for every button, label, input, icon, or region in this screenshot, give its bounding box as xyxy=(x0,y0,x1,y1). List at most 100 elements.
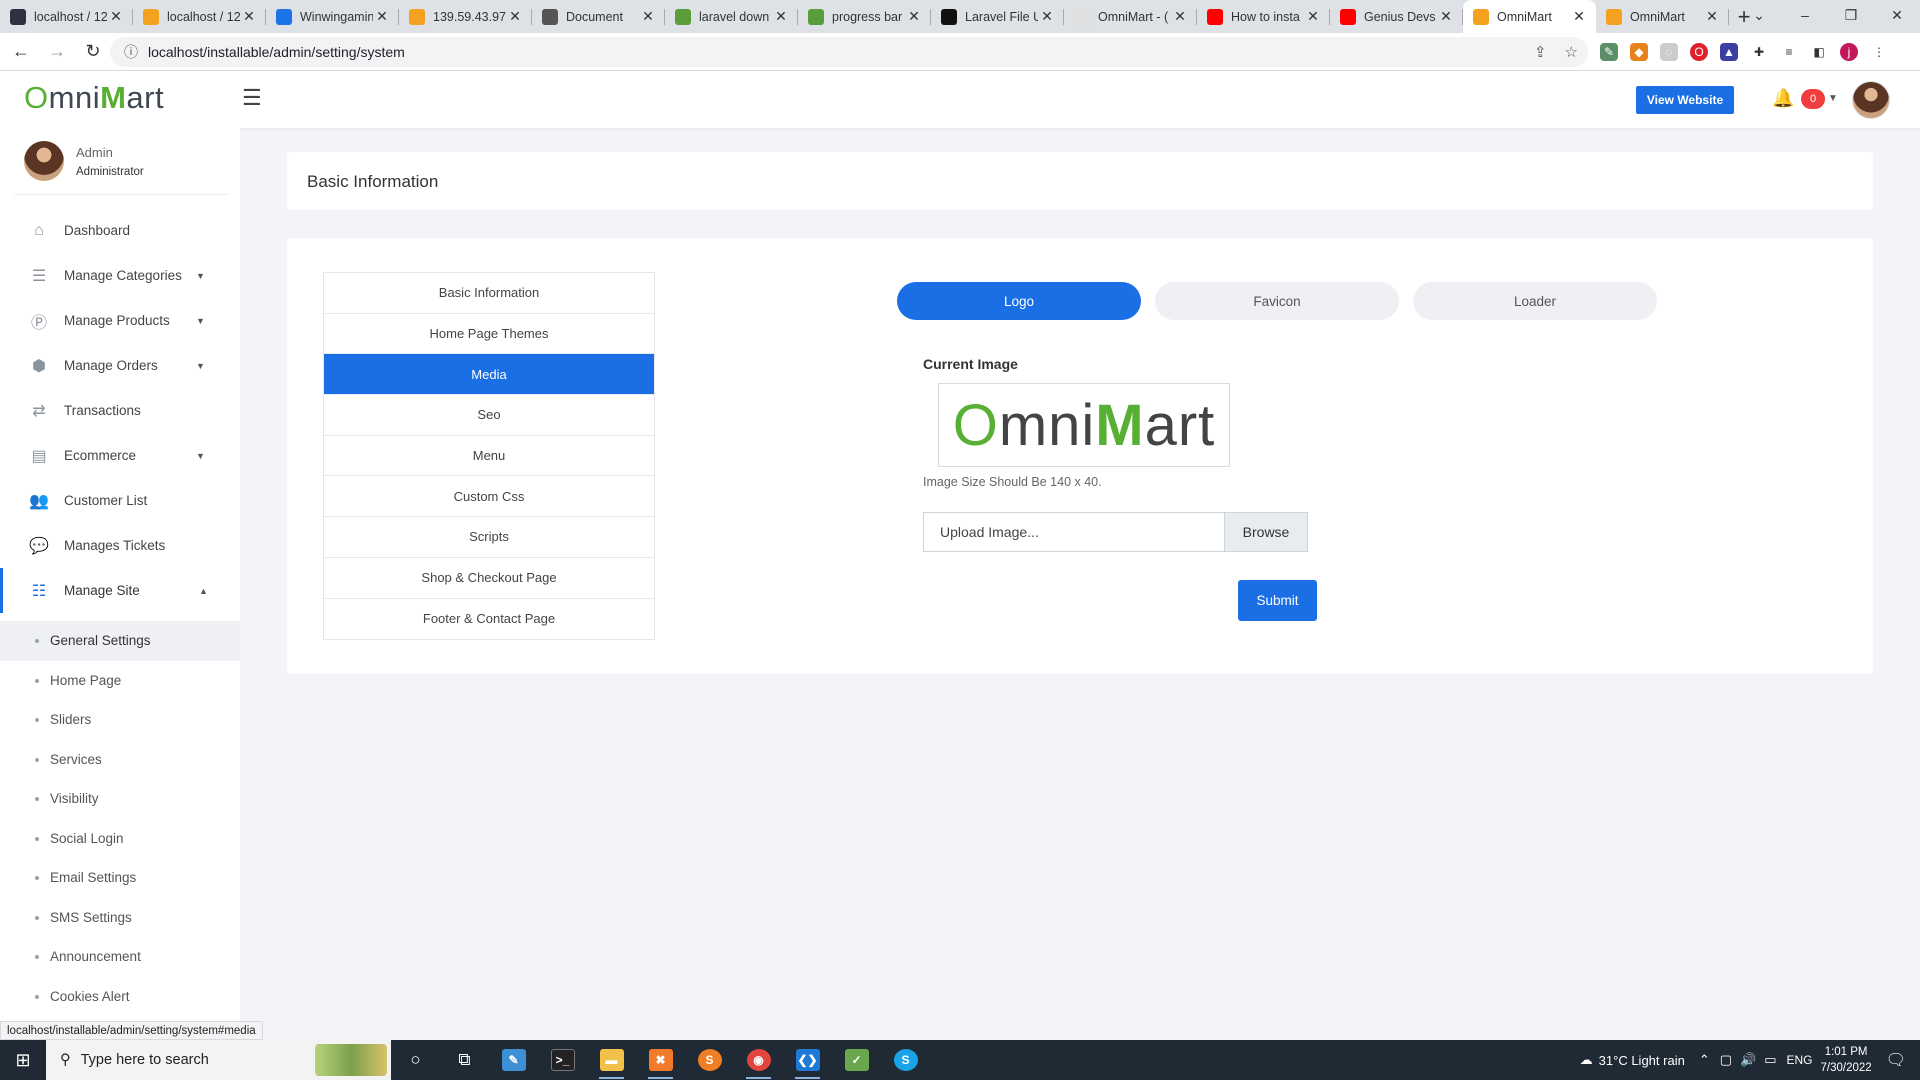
submenu-item[interactable]: General Settings xyxy=(0,621,240,661)
browser-tab[interactable]: OmniMart ✕ xyxy=(1596,0,1729,33)
view-website-button[interactable]: View Website xyxy=(1636,86,1734,114)
close-icon[interactable]: ✕ xyxy=(639,8,657,25)
sidebar-item[interactable]: ⬢ Manage Orders ▼ xyxy=(0,343,240,388)
submenu-item[interactable]: Home Page xyxy=(0,661,240,701)
submit-button[interactable]: Submit xyxy=(1238,580,1317,621)
settings-tab[interactable]: Home Page Themes xyxy=(324,314,654,355)
restore-button[interactable]: ❐ xyxy=(1828,0,1874,30)
sidebar-item[interactable]: 👥 Customer List xyxy=(0,478,240,523)
sidebar-item[interactable]: ⇄ Transactions xyxy=(0,388,240,433)
sidebar-item[interactable]: 💬 Manages Tickets xyxy=(0,523,240,568)
notification-center-icon[interactable]: 🗨 xyxy=(1886,1050,1906,1070)
close-icon[interactable]: ✕ xyxy=(1570,8,1588,25)
sidebar-item[interactable]: ☰ Manage Categories ▼ xyxy=(0,253,240,298)
close-icon[interactable]: ✕ xyxy=(506,8,524,25)
close-icon[interactable]: ✕ xyxy=(1437,8,1455,25)
submenu-item[interactable]: Sliders xyxy=(0,700,240,740)
browser-tab[interactable]: Laravel File U ✕ xyxy=(931,0,1064,33)
submenu-item[interactable]: Social Login xyxy=(0,819,240,859)
close-window-button[interactable]: ✕ xyxy=(1874,0,1920,30)
bell-icon[interactable]: 🔔 xyxy=(1772,88,1794,109)
submenu-item[interactable]: SMS Settings xyxy=(0,898,240,938)
cortana-icon[interactable]: ○ xyxy=(391,1040,440,1080)
browser-tab[interactable]: Winwingamin ✕ xyxy=(266,0,399,33)
browser-tab[interactable]: OmniMart - (✕ xyxy=(1064,0,1197,33)
submenu-item[interactable]: Cookies Alert xyxy=(0,977,240,1017)
close-icon[interactable]: ✕ xyxy=(905,8,923,25)
close-icon[interactable]: ✕ xyxy=(1703,8,1721,25)
chrome-icon[interactable]: ◉ xyxy=(734,1040,783,1080)
browse-button[interactable]: Browse xyxy=(1224,512,1308,552)
sidebar-item[interactable]: ▤ Ecommerce ▼ xyxy=(0,433,240,478)
chevron-down-icon[interactable]: ▼ xyxy=(1828,93,1838,104)
sublime-icon[interactable]: S xyxy=(685,1040,734,1080)
profile-avatar[interactable]: j xyxy=(1840,43,1858,61)
submenu-item[interactable]: Visibility xyxy=(0,779,240,819)
weather-icon[interactable]: ☁ xyxy=(1580,1052,1593,1068)
task-view-icon[interactable]: ⧉ xyxy=(440,1040,489,1080)
notepad-icon[interactable]: ✓ xyxy=(832,1040,881,1080)
settings-tab[interactable]: Custom Css xyxy=(324,476,654,518)
menu-dots-icon[interactable]: ⋮ xyxy=(1870,43,1888,61)
share-icon[interactable]: ⇪ xyxy=(1534,43,1547,61)
bookmark-star-icon[interactable]: ☆ xyxy=(1565,43,1578,61)
file-explorer-icon[interactable]: ▬ xyxy=(587,1040,636,1080)
volume-icon[interactable]: 🔊 xyxy=(1740,1052,1756,1068)
vscode-icon[interactable]: ❮❯ xyxy=(783,1040,832,1080)
browser-tab[interactable]: progress bar ✕ xyxy=(798,0,931,33)
extension-icon[interactable]: ✎ xyxy=(1600,43,1618,61)
browser-tab[interactable]: Genius Devs ✕ xyxy=(1330,0,1463,33)
extension-icon[interactable]: ◌ xyxy=(1660,43,1678,61)
submenu-item[interactable]: Announcement xyxy=(0,937,240,977)
settings-tab[interactable]: Basic Information xyxy=(324,273,654,314)
settings-tab[interactable]: Media xyxy=(324,354,654,396)
media-tab[interactable]: Logo xyxy=(897,282,1141,320)
browser-tab[interactable]: localhost / 12 ✕ xyxy=(133,0,266,33)
close-icon[interactable]: ✕ xyxy=(1304,8,1322,25)
tab-search-icon[interactable]: ⌄ xyxy=(1736,0,1782,30)
reading-list-icon[interactable]: ≡ xyxy=(1780,43,1798,61)
media-tab[interactable]: Favicon xyxy=(1155,282,1399,320)
close-icon[interactable]: ✕ xyxy=(1171,8,1189,25)
close-icon[interactable]: ✕ xyxy=(107,8,125,25)
settings-tab[interactable]: Scripts xyxy=(324,517,654,558)
browser-tab[interactable]: Document ✕ xyxy=(532,0,665,33)
puzzle-icon[interactable]: ✚ xyxy=(1750,43,1768,61)
address-bar[interactable]: ⓘ localhost/installable/admin/setting/sy… xyxy=(110,37,1588,67)
app-icon[interactable]: ✎ xyxy=(489,1040,538,1080)
reload-icon[interactable]: ↻ xyxy=(78,37,108,67)
close-icon[interactable]: ✕ xyxy=(373,8,391,25)
weather-text[interactable]: 31°C Light rain xyxy=(1599,1053,1685,1068)
close-icon[interactable]: ✕ xyxy=(240,8,258,25)
side-panel-icon[interactable]: ◧ xyxy=(1810,43,1828,61)
skype-icon[interactable]: S xyxy=(881,1040,930,1080)
close-icon[interactable]: ✕ xyxy=(1038,8,1056,25)
close-icon[interactable]: ✕ xyxy=(772,8,790,25)
browser-tab[interactable]: How to insta ✕ xyxy=(1197,0,1330,33)
browser-tab[interactable]: OmniMart ✕ xyxy=(1463,0,1596,33)
opera-icon[interactable]: O xyxy=(1690,43,1708,61)
notification-badge[interactable]: 0 xyxy=(1801,89,1825,109)
chevron-up-icon[interactable]: ⌃ xyxy=(1699,1052,1710,1068)
upload-image-input[interactable]: Upload Image... xyxy=(923,512,1224,552)
settings-tab[interactable]: Menu xyxy=(324,436,654,477)
taskbar-search[interactable]: ⚲ Type here to search xyxy=(46,1040,391,1080)
omnimart-logo[interactable]: Omni Mart xyxy=(24,80,164,116)
back-icon[interactable]: ← xyxy=(6,37,36,67)
user-avatar[interactable] xyxy=(1852,81,1890,119)
forward-icon[interactable]: → xyxy=(42,37,72,67)
site-info-icon[interactable]: ⓘ xyxy=(118,42,144,62)
windows-start-icon[interactable]: ⊞ xyxy=(0,1040,46,1080)
sidebar-item[interactable]: ⌂ Dashboard xyxy=(0,208,240,253)
xampp-icon[interactable]: ✖ xyxy=(636,1040,685,1080)
hamburger-menu-icon[interactable]: ☰ xyxy=(242,85,262,111)
submenu-item[interactable]: Email Settings xyxy=(0,858,240,898)
settings-tab[interactable]: Seo xyxy=(324,395,654,436)
network-icon[interactable]: ▭ xyxy=(1764,1052,1776,1068)
media-tab[interactable]: Loader xyxy=(1413,282,1657,320)
clock[interactable]: 1:01 PM 7/30/2022 xyxy=(1821,1044,1872,1076)
language-indicator[interactable]: ENG xyxy=(1787,1053,1813,1067)
extension-icon[interactable]: ▲ xyxy=(1720,43,1738,61)
sidebar-item[interactable]: Ⓟ Manage Products ▼ xyxy=(0,298,240,343)
sidebar-item[interactable]: ☷ Manage Site ▲ xyxy=(0,568,240,613)
